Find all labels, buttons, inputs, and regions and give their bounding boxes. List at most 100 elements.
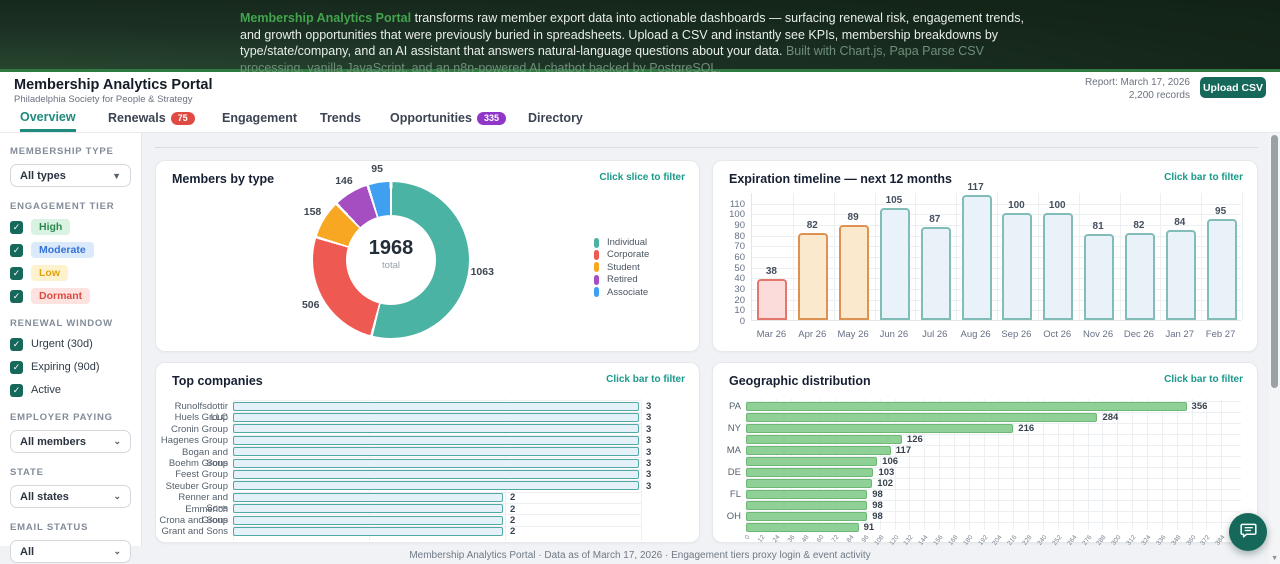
bar-value-label: 100 xyxy=(1048,200,1066,212)
chat-assistant-button[interactable] xyxy=(1229,513,1267,551)
bar-Aug-26[interactable] xyxy=(961,195,992,320)
bar-value-label: 84 xyxy=(1174,217,1186,229)
x-axis-tick: Jan 27 xyxy=(1165,329,1194,340)
legend-item-individual[interactable]: Individual xyxy=(594,237,647,248)
bar-steuber-group[interactable] xyxy=(233,481,639,491)
bar-Dec-26[interactable] xyxy=(1124,232,1155,320)
donut-value-label: 158 xyxy=(303,205,322,218)
tab-opportunities[interactable]: Opportunities 335 xyxy=(390,104,506,132)
top-companies-chart[interactable]: Runolfsdottir LLC 3 Huels Group 3 Cronin Gro… xyxy=(156,363,699,542)
renewals-count-badge: 75 xyxy=(170,111,195,125)
bar-geo-5[interactable] xyxy=(746,456,878,466)
company-label: Hagenes Group xyxy=(160,435,228,447)
state-label: FL xyxy=(729,489,741,500)
checkbox-low[interactable]: ✓ xyxy=(10,266,23,280)
bar-Jan-27[interactable] xyxy=(1165,230,1196,320)
bar-geo-8[interactable] xyxy=(746,489,868,499)
bar-huels-group[interactable] xyxy=(233,412,639,422)
bar-geo-7[interactable] xyxy=(746,478,873,488)
legend-marker-icon xyxy=(594,287,599,298)
bar-geo-9[interactable] xyxy=(746,500,868,510)
bar-geo-6[interactable] xyxy=(746,467,874,477)
bar-Jul-26[interactable] xyxy=(920,227,951,320)
geographic-distribution-chart[interactable]: 0 12 24 36 48 60 72 84 96 108 120 132 144 156 168 180 19… xyxy=(713,363,1257,547)
legend-item-associate[interactable]: Associate xyxy=(594,287,648,298)
expiration-timeline-chart[interactable]: 0 10 20 30 40 50 60 70 80 90 100 110 38 Mar 26 82 Apr 2… xyxy=(713,161,1257,351)
bar-geo-2[interactable] xyxy=(746,423,1014,433)
bar-geo-0[interactable] xyxy=(746,401,1187,411)
page-scrollbar[interactable]: ▼ xyxy=(1269,133,1280,564)
bar-Sep-26[interactable] xyxy=(1002,213,1033,320)
bar-Feb-27[interactable] xyxy=(1206,218,1237,320)
checkbox-urgent[interactable]: ✓ xyxy=(10,337,23,351)
checkbox-moderate[interactable]: ✓ xyxy=(10,243,23,257)
bar-Mar-26[interactable] xyxy=(757,279,788,320)
bar-value-label: 105 xyxy=(885,195,903,206)
tab-engagement[interactable]: Engagement xyxy=(222,104,297,132)
tier-low-row[interactable]: ✓ Low xyxy=(10,265,131,281)
tab-directory[interactable]: Directory xyxy=(528,104,583,132)
bar-geo-1[interactable] xyxy=(746,412,1098,422)
bar-Apr-26[interactable] xyxy=(798,232,829,320)
y-axis-tick: 110 xyxy=(729,198,745,210)
dashboard-content: Members by type Click slice to filter 19… xyxy=(142,133,1280,564)
renewal-active-row[interactable]: ✓ Active xyxy=(10,382,131,398)
membership-type-value: All types xyxy=(20,169,66,182)
tier-moderate-row[interactable]: ✓ Moderate xyxy=(10,242,131,258)
bar-geo-3[interactable] xyxy=(746,434,902,444)
legend-item-corporate[interactable]: Corporate xyxy=(594,249,649,260)
company-label: Cronin Group xyxy=(170,423,228,435)
renewal-expiring-row[interactable]: ✓ Expiring (90d) xyxy=(10,359,131,375)
upload-csv-button[interactable]: Upload CSV xyxy=(1200,77,1266,98)
tab-trends[interactable]: Trends xyxy=(320,104,361,132)
membership-type-select[interactable]: All types ▼ xyxy=(10,164,131,187)
employer-paying-select[interactable]: All members ⌄ xyxy=(10,430,131,453)
y-axis-tick: 50 xyxy=(734,262,745,274)
scrollbar-down-arrow-icon[interactable]: ▼ xyxy=(1271,555,1278,562)
donut-value-label: 95 xyxy=(371,163,383,176)
y-axis-tick: 10 xyxy=(734,305,745,317)
bar-geo-11[interactable] xyxy=(746,522,859,532)
bar-May-26[interactable] xyxy=(839,225,870,320)
state-label: NY xyxy=(727,423,741,434)
checkbox-expiring[interactable]: ✓ xyxy=(10,360,23,374)
company-label: Boehm Group xyxy=(168,458,228,469)
state-select[interactable]: All states ⌄ xyxy=(10,485,131,508)
bar-crona-and-sons[interactable] xyxy=(233,515,503,525)
bar-value-label: 102 xyxy=(877,478,894,489)
bar-emmerich-group[interactable] xyxy=(233,504,503,514)
renewal-urgent-row[interactable]: ✓ Urgent (30d) xyxy=(10,336,131,352)
bar-Nov-26[interactable] xyxy=(1084,233,1115,320)
tier-high-row[interactable]: ✓ High xyxy=(10,219,131,235)
members-by-type-chart[interactable]: 1968 total 1063 506 158 146 95 Individual Corpor… xyxy=(156,161,699,351)
y-axis-tick: 0 xyxy=(739,316,745,327)
bar-renner-and-sons[interactable] xyxy=(233,492,503,502)
y-axis-tick: 80 xyxy=(734,230,745,242)
company-label: Grant and Sons xyxy=(161,526,228,538)
state-label: MA xyxy=(726,445,741,456)
tab-renewals[interactable]: Renewals 75 xyxy=(108,104,195,132)
bar-geo-10[interactable] xyxy=(746,511,868,521)
tier-dormant-row[interactable]: ✓ Dormant xyxy=(10,288,131,304)
legend-item-student[interactable]: Student xyxy=(594,262,640,273)
bar-Jun-26[interactable] xyxy=(879,208,910,320)
bar-feest-group[interactable] xyxy=(233,469,639,479)
tab-overview[interactable]: Overview xyxy=(20,104,76,132)
legend-item-retired[interactable]: Retired xyxy=(594,274,638,285)
bar-grant-and-sons[interactable] xyxy=(233,526,503,536)
bar-Oct-26[interactable] xyxy=(1043,213,1074,320)
bar-cronin-group[interactable] xyxy=(233,424,639,434)
checkbox-dormant[interactable]: ✓ xyxy=(10,289,23,303)
bar-bogan-and-sons[interactable] xyxy=(233,447,639,457)
scrollbar-thumb[interactable] xyxy=(1271,135,1278,388)
bar-boehm-group[interactable] xyxy=(233,458,639,468)
bar-geo-4[interactable] xyxy=(746,445,891,455)
bar-hagenes-group[interactable] xyxy=(233,435,639,445)
tier-low-pill: Low xyxy=(31,265,68,281)
checkbox-high[interactable]: ✓ xyxy=(10,220,23,234)
engagement-tier-label: ENGAGEMENT TIER xyxy=(10,201,115,212)
checkbox-active[interactable]: ✓ xyxy=(10,383,23,397)
x-axis-tick: Apr 26 xyxy=(798,329,827,340)
intro-banner: Membership Analytics Portal transforms r… xyxy=(0,0,1280,75)
bar-runolfsdottir-llc[interactable] xyxy=(233,401,639,411)
